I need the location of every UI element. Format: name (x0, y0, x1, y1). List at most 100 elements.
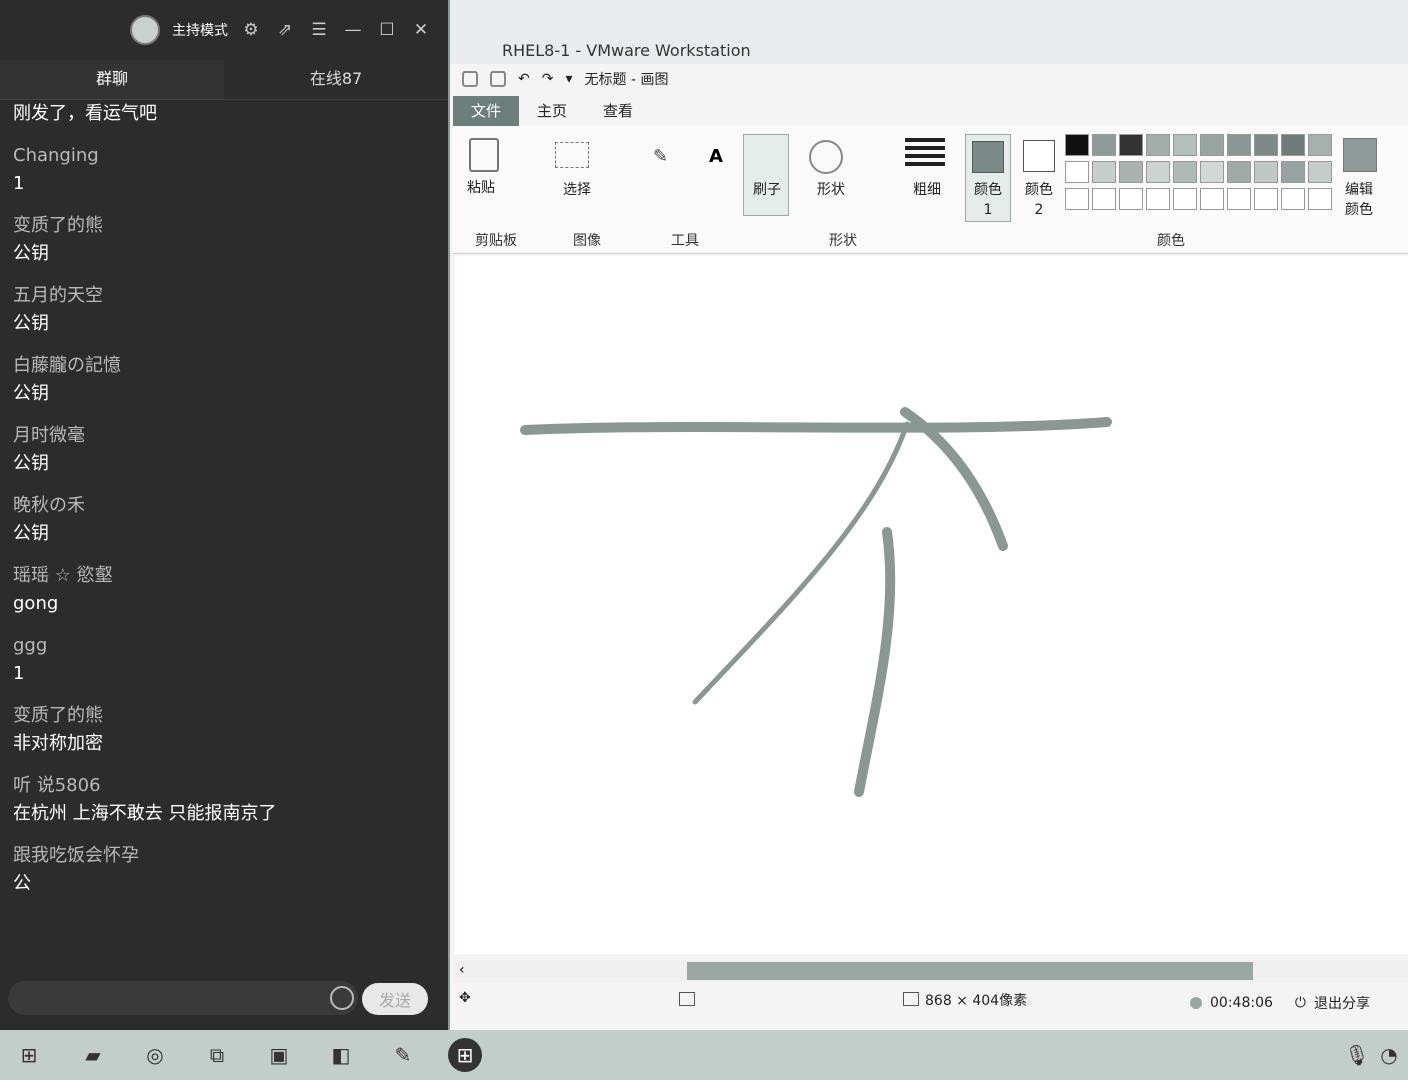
meeting-icon[interactable]: ⊞ (448, 1038, 482, 1072)
color-swatch[interactable] (1281, 188, 1305, 210)
drawing (520, 407, 1112, 797)
edit-colors-button[interactable]: 编辑颜色 (1341, 180, 1377, 220)
color-swatch[interactable] (1092, 161, 1116, 183)
taskbar: ⊞ ▰ ◎ ⧉ ▣ ◧ ✎ ⊞ 🎙 ◔ (0, 1030, 1408, 1080)
terminal-icon[interactable]: ▣ (262, 1038, 296, 1072)
color-swatch[interactable] (1146, 188, 1170, 210)
color-swatch[interactable] (1065, 134, 1089, 156)
paint-canvas[interactable] (455, 256, 1408, 954)
message-text: 在杭州 上海不敢去 只能报南京了 (13, 803, 277, 824)
chevron-down-icon[interactable]: ▾ (565, 71, 572, 87)
select-icon[interactable] (555, 142, 589, 168)
redo-icon[interactable]: ↷ (542, 71, 554, 87)
color-swatch[interactable] (1146, 134, 1170, 156)
color-swatch[interactable] (1200, 188, 1224, 210)
color-swatch[interactable] (1281, 134, 1305, 156)
color-swatch[interactable] (1200, 134, 1224, 156)
selection-size-icon (679, 992, 695, 1006)
color-swatch[interactable] (1227, 188, 1251, 210)
size-icon[interactable] (905, 138, 945, 170)
emoji-icon[interactable] (330, 986, 354, 1010)
undo-icon[interactable]: ↶ (518, 71, 530, 87)
scroll-left-icon[interactable]: ‹ (459, 962, 465, 978)
color-swatch[interactable] (1065, 188, 1089, 210)
windows-start-icon[interactable]: ⊞ (12, 1038, 46, 1072)
color-swatch[interactable] (1173, 161, 1197, 183)
list-item: 五月的天空 公钥 (13, 282, 432, 338)
list-item: 变质了的熊 非对称加密 (13, 702, 432, 758)
tab-online[interactable]: 在线87 (224, 60, 448, 99)
tab-file[interactable]: 文件 (453, 96, 519, 126)
color-swatch[interactable] (1119, 188, 1143, 210)
paint-title: 无标题 - 画图 (584, 72, 669, 88)
scroll-thumb[interactable] (687, 962, 1253, 980)
send-button[interactable]: 发送 (362, 983, 428, 1015)
color-swatch[interactable] (1173, 134, 1197, 156)
stroke-left (692, 421, 910, 705)
paste-button[interactable]: 粘贴 (467, 178, 495, 198)
select-button[interactable]: 选择 (563, 180, 591, 200)
group-clipboard: 剪贴板 (475, 233, 517, 249)
color-swatch[interactable] (1227, 161, 1251, 183)
color-swatch[interactable] (1119, 161, 1143, 183)
host-mode-label: 主持模式 (172, 23, 228, 39)
color-swatch[interactable] (1308, 134, 1332, 156)
tab-view[interactable]: 查看 (585, 96, 651, 126)
share-timer: 00:48:06 (1210, 995, 1273, 1011)
minimize-icon[interactable]: — (342, 19, 364, 41)
popout-icon[interactable]: ⇗ (274, 19, 296, 41)
sender-name: 月时微毫 (13, 425, 85, 446)
notification-icon[interactable]: ◔ (1372, 1038, 1406, 1072)
vmware-icon[interactable]: ⧉ (200, 1038, 234, 1072)
menu-icon[interactable]: ☰ (308, 19, 330, 41)
folder-icon[interactable]: ▰ (76, 1038, 110, 1072)
color-swatch[interactable] (1092, 134, 1116, 156)
browser-icon[interactable]: ◎ (138, 1038, 172, 1072)
list-item: 变质了的熊 公钥 (13, 212, 432, 268)
exit-share-button[interactable]: 退出分享 (1314, 993, 1370, 1013)
list-item: 跟我吃饭会怀孕 公 (13, 842, 432, 898)
color-swatch[interactable] (1146, 161, 1170, 183)
shapes-button[interactable]: 形状 (817, 180, 845, 200)
app-icon[interactable]: ◧ (324, 1038, 358, 1072)
color-swatch[interactable] (1308, 161, 1332, 183)
tab-group-chat[interactable]: 群聊 (0, 60, 224, 99)
color-swatch[interactable] (1254, 188, 1278, 210)
shapes-icon[interactable] (809, 140, 843, 174)
color-swatch[interactable] (1200, 161, 1224, 183)
clipboard-icon[interactable] (469, 138, 499, 172)
list-item: Changing 1 (13, 142, 432, 198)
tab-home[interactable]: 主页 (519, 96, 585, 126)
color-swatch[interactable] (1092, 188, 1116, 210)
brush-button[interactable]: 刷子 (753, 180, 781, 200)
close-icon[interactable]: ✕ (410, 19, 432, 41)
color-swatch[interactable] (1227, 134, 1251, 156)
size-button[interactable]: 粗细 (913, 180, 941, 200)
canvas-dimensions: 868 × 404像素 (925, 993, 1028, 1009)
horizontal-scrollbar[interactable]: ‹ (455, 960, 1408, 982)
color-swatch[interactable] (1173, 188, 1197, 210)
color-swatch[interactable] (1254, 161, 1278, 183)
microphone-icon[interactable]: 🎙 (1340, 1038, 1374, 1072)
color-swatch[interactable] (1119, 134, 1143, 156)
brush-icon[interactable] (743, 134, 789, 216)
gear-icon[interactable]: ⚙ (240, 19, 262, 41)
maximize-icon[interactable]: ☐ (376, 19, 398, 41)
message-text: 公钥 (13, 243, 49, 264)
color-swatch[interactable] (1308, 188, 1332, 210)
edit-colors-icon[interactable] (1343, 138, 1377, 172)
text-icon[interactable]: A (709, 146, 723, 167)
color-swatch[interactable] (1065, 161, 1089, 183)
pencil-icon[interactable]: ✎ (653, 146, 668, 167)
chat-input[interactable] (8, 981, 358, 1015)
color-swatch[interactable] (1254, 134, 1278, 156)
paint-icon[interactable]: ✎ (386, 1038, 420, 1072)
power-icon[interactable]: ⏻ (1295, 995, 1306, 1011)
color-swatch[interactable] (1281, 161, 1305, 183)
sender-name: 五月的天空 (13, 285, 103, 306)
color2-swatch[interactable] (1023, 140, 1055, 172)
message-text: 公钥 (13, 453, 49, 474)
save-icon[interactable] (490, 71, 506, 87)
list-item: 白藤朧の記憶 公钥 (13, 352, 432, 408)
sender-name: Changing (13, 145, 99, 166)
